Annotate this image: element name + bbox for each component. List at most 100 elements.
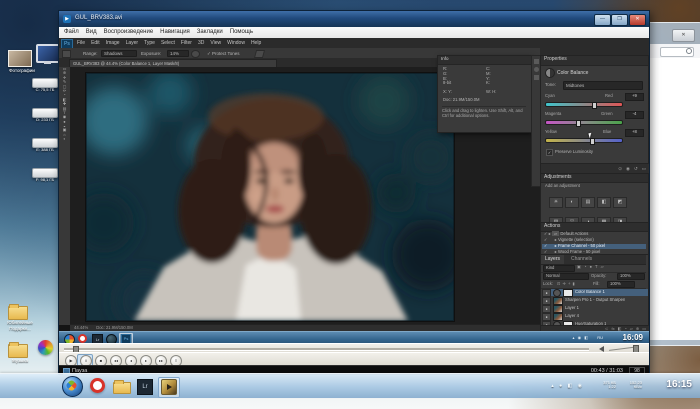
layers-filter-icon-4[interactable]: ▱ [601,265,604,270]
layer-name[interactable]: Color Balance 1 [575,290,605,295]
lock-icon-1[interactable]: ✛ [563,282,567,287]
color-wheel-icon[interactable] [38,340,53,355]
ps-menu-item-10[interactable]: Help [251,40,261,46]
opacity-value[interactable]: 100% [617,273,645,280]
adjustment-icon-0[interactable]: ☀ [549,197,563,208]
blend-mode-select[interactable]: Normal [543,273,589,280]
slider2-handle[interactable] [576,120,581,127]
visibility-eye-icon[interactable]: ● [542,305,551,313]
properties-footer-icon-2[interactable]: ↺ [634,166,638,171]
slider1-value[interactable]: +9 [625,93,644,101]
ps-menu-item-1[interactable]: Edit [91,40,100,46]
cyan-red-slider[interactable] [545,102,623,107]
layers-filter-icon-0[interactable]: ▣ [577,265,581,270]
portrait-photo[interactable] [86,73,454,321]
layer-row-sharpen[interactable]: ● Sharpen Pro 1 - Output Sharpen [542,297,648,304]
ps-menu-item-6[interactable]: Filter [181,40,192,46]
player-titlebar[interactable]: ▶ GUL_BRV383.avi — ❒ ✕ [59,11,649,28]
lock-icons[interactable]: ⊡✛+▮ [557,282,575,287]
clock[interactable]: 16:15 [666,379,692,390]
background-window-close-button[interactable]: ✕ [672,29,695,42]
adjustment-icon-2[interactable]: ▤ [581,197,595,208]
dodge-tool-icon[interactable] [62,50,71,58]
info-panel-title[interactable]: Info [438,56,534,65]
player-menu-item-2[interactable]: Воспроизведение [104,29,154,36]
ps-menu-item-4[interactable]: Type [144,40,155,46]
slider2-value[interactable]: -4 [625,111,644,119]
layers-filter-icon-2[interactable]: ● [590,265,593,270]
brush-panel-icon[interactable] [254,50,265,58]
recorded-ps-icon[interactable]: Ps [121,334,131,343]
player-menu-item-1[interactable]: Вид [86,29,97,36]
player-menu-item-3[interactable]: Навигация [160,29,190,36]
preserve-luminosity-checkbox[interactable]: ✓ [546,149,553,156]
player-taskbar-icon[interactable] [161,379,177,395]
exposure-value[interactable]: 14% [167,50,189,57]
adjustments-panel-title[interactable]: Adjustments [541,174,648,183]
dock-icon[interactable] [534,67,539,72]
dock-icon[interactable] [534,59,539,64]
layers-filter-icon-1[interactable]: ◔ [584,265,587,270]
recorded-start-orb[interactable] [64,334,75,344]
slider3-value[interactable]: +8 [625,129,644,137]
range-select[interactable]: Shadows [101,50,137,57]
recorded-lang-indicator[interactable]: RU [597,336,603,340]
magenta-green-slider[interactable] [545,120,623,125]
maximize-button[interactable]: ❒ [611,14,628,26]
desktop-photo-icon[interactable] [8,50,32,67]
recorded-opera-icon[interactable] [78,334,87,343]
layers-filter-icons[interactable]: ▣◔●T▱ [577,265,604,270]
visibility-eye-icon[interactable]: ● [542,289,551,297]
recorded-lightroom-icon[interactable]: Lr [92,334,103,344]
properties-footer[interactable]: ⊙◉↺▭ [541,163,649,173]
seek-slider[interactable] [64,348,589,351]
tab-layers[interactable]: Layers [541,255,564,264]
layer-thumbnail[interactable] [553,313,563,321]
yellow-blue-slider[interactable] [545,138,623,143]
layer-mask-thumbnail[interactable] [563,289,573,297]
ps-menu-items[interactable]: FileEditImageLayerTypeSelectFilter3DView… [77,40,261,46]
airbrush-icon[interactable] [191,50,200,58]
tone-select[interactable]: Midtones [563,81,643,90]
properties-footer-icon-3[interactable]: ▭ [642,166,646,171]
adjustment-icon-3[interactable]: ◧ [597,197,611,208]
minimize-button[interactable]: — [594,14,611,26]
start-button[interactable] [62,376,83,397]
layer-row-color-balance[interactable]: ● Color Balance 1 [542,289,648,296]
video-area[interactable]: Ps FileEditImageLayerTypeSelectFilter3DV… [59,38,649,343]
fill-value[interactable]: 100% [607,281,635,288]
ps-menu-item-7[interactable]: 3D [198,40,204,46]
layer-thumbnail[interactable] [553,297,563,305]
folder-taskbar-icon[interactable] [113,382,131,394]
visibility-eye-icon[interactable]: ● [542,313,551,321]
layers-filter-kind[interactable]: Kind [543,265,575,272]
layers-filter-icon-3[interactable]: T [595,265,598,270]
protect-tones-checkbox[interactable]: ✓ Protect Tones [207,51,239,56]
properties-footer-icon-0[interactable]: ⊙ [618,166,622,171]
lightroom-taskbar-icon[interactable]: Lr [137,379,153,395]
ps-tool-icon-16[interactable]: ◐ [63,137,65,141]
player-menu-item-4[interactable]: Закладки [197,29,223,36]
player-menu-item-0[interactable]: Файл [64,29,79,36]
adjustment-icon-4[interactable]: ◩ [613,197,627,208]
volume-speaker-icon[interactable] [599,346,604,352]
tab-channels[interactable]: Channels [571,256,592,262]
ps-menu-item-9[interactable]: Window [227,40,245,46]
layer-row-layer4[interactable]: ● Layer 4 [542,313,648,320]
ps-menu-item-8[interactable]: View [210,40,221,46]
slider1-handle[interactable] [592,102,597,109]
lock-icon-3[interactable]: ▮ [572,282,574,287]
visibility-eye-icon[interactable]: ● [542,297,551,305]
opera-taskbar-icon[interactable] [90,378,105,393]
lock-icon-0[interactable]: ⊡ [557,282,561,287]
layer-name[interactable]: Layer 1 [565,306,579,311]
desktop-folder2-icon[interactable] [8,344,28,358]
ps-menu-item-0[interactable]: File [77,40,85,46]
dock-icon[interactable] [534,75,539,80]
recorded-player-icon[interactable] [106,334,117,344]
ps-menu-item-2[interactable]: Image [106,40,120,46]
layer-name[interactable]: Layer 4 [565,314,579,319]
lock-icon-2[interactable]: + [568,282,570,287]
properties-panel-title[interactable]: Properties [541,56,648,66]
ps-menu-item-5[interactable]: Select [161,40,175,46]
